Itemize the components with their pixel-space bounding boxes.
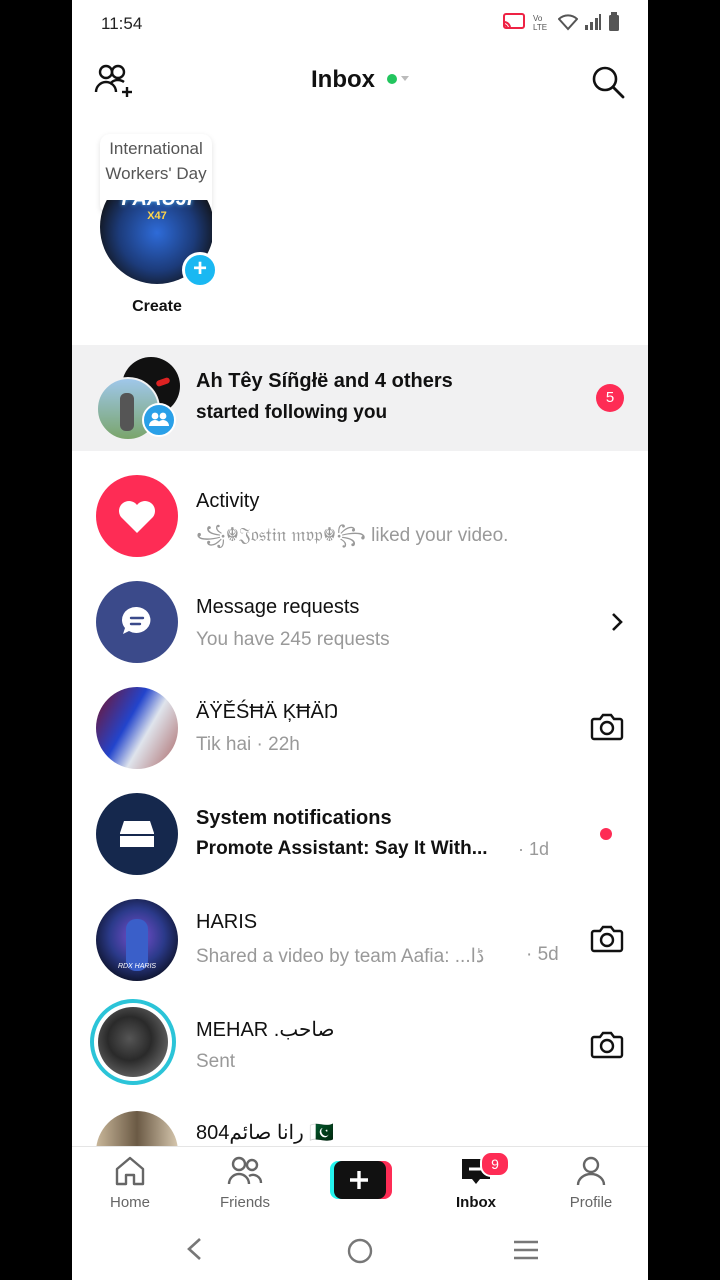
status-time: 11:54 bbox=[101, 14, 143, 33]
battery-icon bbox=[609, 12, 619, 31]
row-title: HARIS bbox=[196, 911, 258, 933]
chevron-right-icon[interactable] bbox=[610, 611, 624, 633]
system-avatar bbox=[96, 793, 178, 875]
friends-icon bbox=[227, 1156, 263, 1185]
home-circle-icon[interactable] bbox=[346, 1237, 374, 1265]
inbox-header: Inbox bbox=[72, 48, 648, 112]
list-item-chat[interactable]: RDX HARIS HARIS Shared a video by team A… bbox=[72, 897, 648, 1003]
message-icon bbox=[122, 606, 151, 634]
row-time: · 5d bbox=[526, 944, 559, 965]
avatar-subtext: X47 bbox=[147, 210, 167, 222]
plus-icon[interactable]: + bbox=[182, 252, 218, 288]
avatar-story-ring bbox=[90, 999, 176, 1085]
row-title: MEHAR .صاحب bbox=[196, 1019, 335, 1041]
row-title: Ah Têy Síñgłë and 4 others bbox=[196, 370, 453, 392]
cast-icon bbox=[503, 13, 525, 29]
search-icon[interactable] bbox=[590, 64, 626, 100]
list-item-chat[interactable]: MEHAR .صاحب Sent bbox=[72, 999, 648, 1109]
svg-text:Vo: Vo bbox=[533, 14, 543, 23]
unread-count-badge: 5 bbox=[596, 384, 624, 412]
online-status-dot bbox=[387, 73, 397, 84]
stacked-avatars bbox=[96, 357, 180, 441]
nav-friends[interactable]: Friends bbox=[195, 1155, 295, 1211]
create-post-button[interactable] bbox=[330, 1161, 392, 1199]
row-subtitle: Sent bbox=[196, 1051, 236, 1072]
recents-icon[interactable] bbox=[512, 1238, 540, 1262]
row-subtitle: Shared a video by team Aafia: ...ڈا bbox=[196, 946, 485, 967]
unread-dot bbox=[600, 828, 612, 840]
camera-icon[interactable] bbox=[590, 1029, 624, 1059]
list-item-chat[interactable]: ÄŸĚŚĦÄ ĶĦÄŊ Tik hai · 22h bbox=[72, 685, 648, 791]
phone-screen: 11:54 Vo LTE Inbox International Workers' bbox=[72, 0, 648, 1280]
nav-profile[interactable]: Profile bbox=[541, 1155, 641, 1211]
signal-icon bbox=[585, 14, 601, 30]
row-subtitle: started following you bbox=[196, 402, 388, 423]
avatar bbox=[96, 687, 178, 769]
list-item-system-notifications[interactable]: System notifications Promote Assistant: … bbox=[72, 791, 648, 897]
row-time: · 1d bbox=[518, 839, 550, 859]
nav-home[interactable]: Home bbox=[80, 1155, 180, 1211]
volte-icon: VoLTE bbox=[533, 14, 547, 32]
row-title: ÄŸĚŚĦÄ ĶĦÄŊ bbox=[196, 701, 339, 723]
page-title[interactable]: Inbox bbox=[72, 66, 648, 94]
row-subtitle: You have 245 requests bbox=[196, 629, 390, 650]
activity-avatar bbox=[96, 475, 178, 557]
nav-label: Profile bbox=[569, 1194, 613, 1211]
plus-icon bbox=[350, 1171, 368, 1189]
row-title: System notifications bbox=[196, 807, 392, 829]
camera-icon[interactable] bbox=[590, 711, 624, 741]
status-bar: 11:54 Vo LTE bbox=[72, 0, 648, 48]
back-icon[interactable] bbox=[182, 1236, 206, 1262]
heart-icon bbox=[119, 501, 155, 533]
row-subtitle: Promote Assistant: Say It With... bbox=[196, 838, 488, 859]
requests-avatar bbox=[96, 581, 178, 663]
row-subtitle: Tik hai · 22h bbox=[196, 734, 300, 755]
camera-icon[interactable] bbox=[590, 923, 624, 953]
row-title: 804رانا صائم 🇵🇰 bbox=[196, 1122, 335, 1144]
nav-inbox[interactable]: Inbox bbox=[426, 1155, 526, 1211]
nav-label: Friends bbox=[219, 1194, 271, 1211]
inbox-badge: 9 bbox=[480, 1151, 510, 1177]
chevron-down-icon bbox=[401, 76, 409, 82]
row-title: Message requests bbox=[196, 596, 360, 618]
system-nav-bar bbox=[72, 1216, 648, 1280]
inbox-tray-icon bbox=[120, 821, 154, 847]
bottom-nav: Home Friends Inbox 9 Profile bbox=[72, 1146, 648, 1217]
avatar bbox=[98, 1007, 168, 1077]
list-item-message-requests[interactable]: Message requests You have 245 requests bbox=[72, 579, 648, 685]
home-icon bbox=[115, 1156, 145, 1186]
story-label: Create bbox=[132, 298, 182, 315]
profile-icon bbox=[576, 1156, 606, 1186]
status-icons: Vo LTE bbox=[502, 12, 620, 32]
group-icon bbox=[142, 403, 176, 437]
svg-text:LTE: LTE bbox=[533, 23, 547, 32]
page-title-text: Inbox bbox=[311, 66, 375, 93]
nav-label: Home bbox=[109, 1194, 150, 1211]
list-item-new-followers[interactable]: Ah Têy Síñgłë and 4 others started follo… bbox=[72, 345, 648, 451]
nav-label: Inbox bbox=[456, 1194, 496, 1211]
list-item-activity[interactable]: Activity ꧁☬𝔍𝔬𝔰𝔱𝔦𝔫 𝔪𝔳𝔭☬꧂ liked your video… bbox=[72, 473, 648, 579]
wifi-icon bbox=[558, 14, 578, 31]
row-subtitle: ꧁☬𝔍𝔬𝔰𝔱𝔦𝔫 𝔪𝔳𝔭☬꧂ liked your video. bbox=[196, 525, 509, 546]
row-title: Activity bbox=[196, 490, 260, 512]
story-create[interactable]: International Workers' Day FAAUJI X47 + … bbox=[98, 130, 218, 330]
avatar: RDX HARIS bbox=[96, 899, 178, 981]
